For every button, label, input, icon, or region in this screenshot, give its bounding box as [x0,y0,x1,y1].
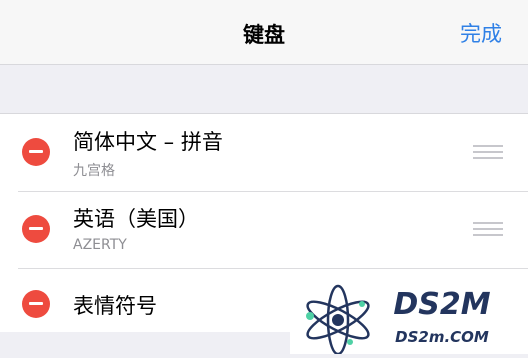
delete-button[interactable] [22,290,50,318]
delete-button[interactable] [22,215,50,243]
page-title: 键盘 [243,23,285,47]
watermark-brand: DS2M [393,287,490,322]
watermark-domain: DS2m.COM [395,328,489,346]
atom-logo-icon: DS2M DS2m.COM [306,284,491,356]
list-item: 简体中文 – 拼音 九宫格 [0,114,528,191]
list-item: 英语（美国） AZERTY [0,191,528,268]
watermark-logo: DS2M DS2m.COM [290,278,528,356]
navigation-bar: 键盘 完成 [0,0,528,65]
keyboard-layout: 九宫格 [73,163,115,179]
reorder-handle-icon[interactable] [473,222,503,237]
done-button[interactable]: 完成 [460,18,502,48]
minus-icon [29,302,43,305]
delete-button[interactable] [22,138,50,166]
keyboard-name: 简体中文 – 拼音 [73,130,223,154]
reorder-handle-icon[interactable] [473,145,503,160]
keyboard-name: 表情符号 [73,294,157,318]
keyboard-name: 英语（美国） [73,207,199,231]
minus-icon [29,227,43,230]
keyboard-layout: AZERTY [73,237,127,253]
minus-icon [29,150,43,153]
